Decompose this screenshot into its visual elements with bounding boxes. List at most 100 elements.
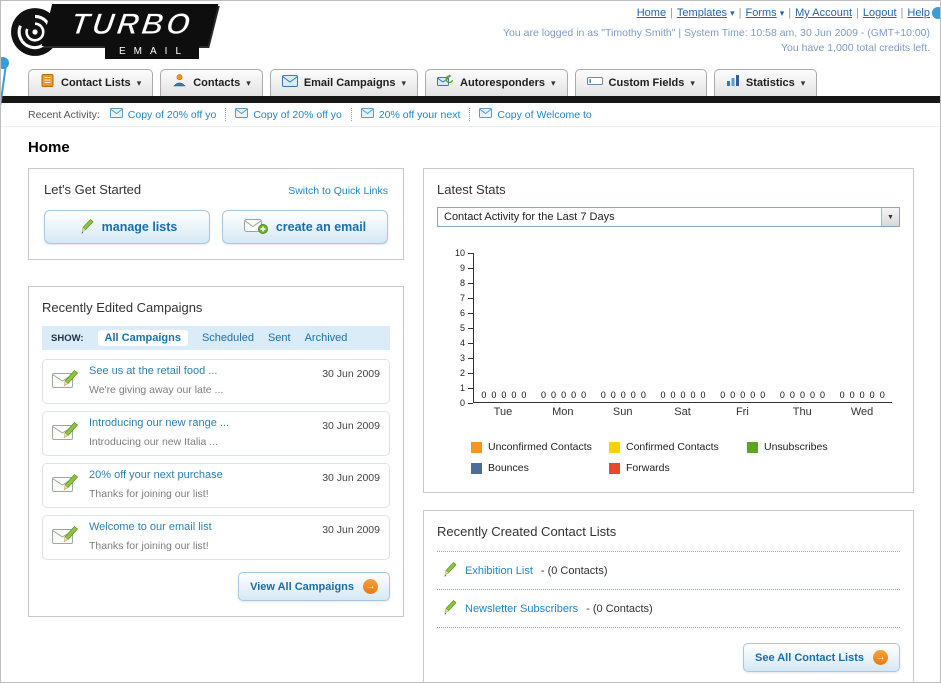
email-campaigns-icon [281,74,298,92]
envelope-pencil-icon [52,524,80,551]
y-axis-tick: 10 [455,248,473,258]
y-axis-tick: 0 [460,398,473,408]
filter-all-campaigns[interactable]: All Campaigns [97,330,188,346]
get-started-panel: Let's Get Started Switch to Quick Links … [28,168,404,260]
right-column: Latest Stats Contact Activity for the La… [423,168,914,682]
contact-list-link[interactable]: Exhibition List [465,565,533,577]
chart-value: 0 [839,390,845,400]
tab-autoresponders[interactable]: Autoresponders ▾ [425,69,568,96]
chart-value: 0 [720,390,726,400]
content: Let's Get Started Switch to Quick Links … [1,166,940,682]
tab-label: Autoresponders [460,77,546,89]
filter-scheduled[interactable]: Scheduled [202,332,254,344]
legend-swatch [471,462,482,474]
link-separator: | [900,7,904,19]
arrow-right-icon: → [363,579,378,594]
y-axis-tick: 5 [460,323,473,333]
main-navbar: Contact Lists ▾ Contacts ▾ Email Campaig… [1,63,940,96]
legend-label: Forwards [626,462,670,474]
campaign-row[interactable]: Introducing our new range ... Introducin… [42,411,390,456]
custom-fields-icon [586,74,603,92]
x-axis-label: Sun [612,406,633,418]
campaign-title-link[interactable]: See us at the retail food ... [89,365,313,377]
tab-custom-fields[interactable]: Custom Fields ▾ [574,69,707,96]
contact-lists-panel: Recently Created Contact Lists Exhibitio… [423,510,914,682]
stats-panel-title: Latest Stats [437,182,506,197]
filter-archived[interactable]: Archived [305,332,348,344]
y-axis-tick: 6 [460,308,473,318]
chevron-down-icon: ▾ [690,77,695,88]
chart-value: 0 [581,390,587,400]
chart-value-group: 00000 [534,390,594,402]
y-axis-tick: 9 [460,263,473,273]
tab-contact-lists[interactable]: Contact Lists ▾ [28,69,154,96]
chevron-down-icon: ▾ [246,77,251,88]
campaign-row[interactable]: Welcome to our email list Thanks for joi… [42,515,390,560]
logo-wordmark: TURBO [41,4,218,46]
recent-activity-item[interactable]: Copy of 20% off yo [109,108,216,121]
chart-value-group: 00000 [713,390,773,402]
see-all-contact-lists-label: See All Contact Lists [754,651,864,664]
top-link-forms[interactable]: Forms [746,7,777,19]
see-all-contact-lists-button[interactable]: See All Contact Lists → [742,643,900,672]
top-link-help[interactable]: Help [907,7,930,19]
left-column: Let's Get Started Switch to Quick Links … [28,168,404,617]
chart-value: 0 [849,390,855,400]
envelope-pencil-icon [52,472,80,499]
envelope-icon [109,108,123,121]
link-separator: | [856,7,859,19]
view-all-campaigns-button[interactable]: View All Campaigns → [238,572,390,601]
campaign-date: 30 Jun 2009 [322,368,380,380]
recent-activity-item[interactable]: 20% off your next [360,108,460,121]
campaign-title-link[interactable]: Introducing our new range ... [89,417,313,429]
legend-swatch [471,441,482,453]
campaign-date: 30 Jun 2009 [322,420,380,432]
chart-value: 0 [750,390,756,400]
chart-value: 0 [600,390,606,400]
filter-sent[interactable]: Sent [268,332,291,344]
arrow-right-icon: → [873,650,888,665]
y-axis-tick: 7 [460,293,473,303]
campaign-title-link[interactable]: 20% off your next purchase [89,469,313,481]
top-link-templates[interactable]: Templates [677,7,727,19]
switch-quick-links-link[interactable]: Switch to Quick Links [288,185,388,197]
contacts-icon [172,73,187,93]
link-separator: | [670,7,673,19]
tab-email-campaigns[interactable]: Email Campaigns ▾ [269,69,419,96]
contact-lists-panel-title: Recently Created Contact Lists [437,524,617,539]
chart-value: 0 [730,390,736,400]
view-all-campaigns-label: View All Campaigns [250,580,354,593]
legend-entry: Unsubscribes [747,441,885,453]
tab-label: Contacts [193,77,241,89]
tab-contacts[interactable]: Contacts ▾ [160,69,263,96]
chevron-down-icon: ▾ [551,77,556,88]
manage-lists-button[interactable]: manage lists [44,210,210,244]
tab-label: Contact Lists [61,77,131,89]
chart-value: 0 [670,390,676,400]
recent-activity-item[interactable]: Copy of 20% off yo [235,108,342,121]
legend-label: Bounces [488,462,529,474]
recent-activity-item[interactable]: Copy of Welcome to [479,108,592,121]
x-axis-label: Wed [850,406,874,418]
contact-list-link[interactable]: Newsletter Subscribers [465,603,578,615]
chart-value: 0 [690,390,696,400]
stats-period-dropdown[interactable]: Contact Activity for the Last 7 Days ▼ [437,207,900,227]
chart-value: 0 [511,390,517,400]
tab-statistics[interactable]: Statistics ▾ [713,69,818,96]
create-email-button[interactable]: create an email [222,210,388,244]
recent-campaigns-panel: Recently Edited Campaigns SHOW: All Camp… [28,286,404,617]
top-link-home[interactable]: Home [637,7,666,19]
chart-legend: Unconfirmed Contacts Confirmed Contacts Un… [471,441,900,474]
campaign-row[interactable]: 20% off your next purchase Thanks for jo… [42,463,390,508]
top-link-logout[interactable]: Logout [863,7,897,19]
campaign-filter-bar: SHOW: All Campaigns Scheduled Sent Archi… [42,326,390,350]
campaign-title-link[interactable]: Welcome to our email list [89,521,313,533]
campaign-row[interactable]: See us at the retail food ... We're givi… [42,359,390,404]
chevron-down-icon: ▾ [401,77,407,88]
chart-value-group: 00000 [832,390,892,402]
legend-swatch [609,441,620,453]
envelope-icon [235,108,249,121]
top-link-my-account[interactable]: My Account [795,7,852,19]
envelope-plus-icon [243,217,268,237]
chart-value: 0 [700,390,706,400]
